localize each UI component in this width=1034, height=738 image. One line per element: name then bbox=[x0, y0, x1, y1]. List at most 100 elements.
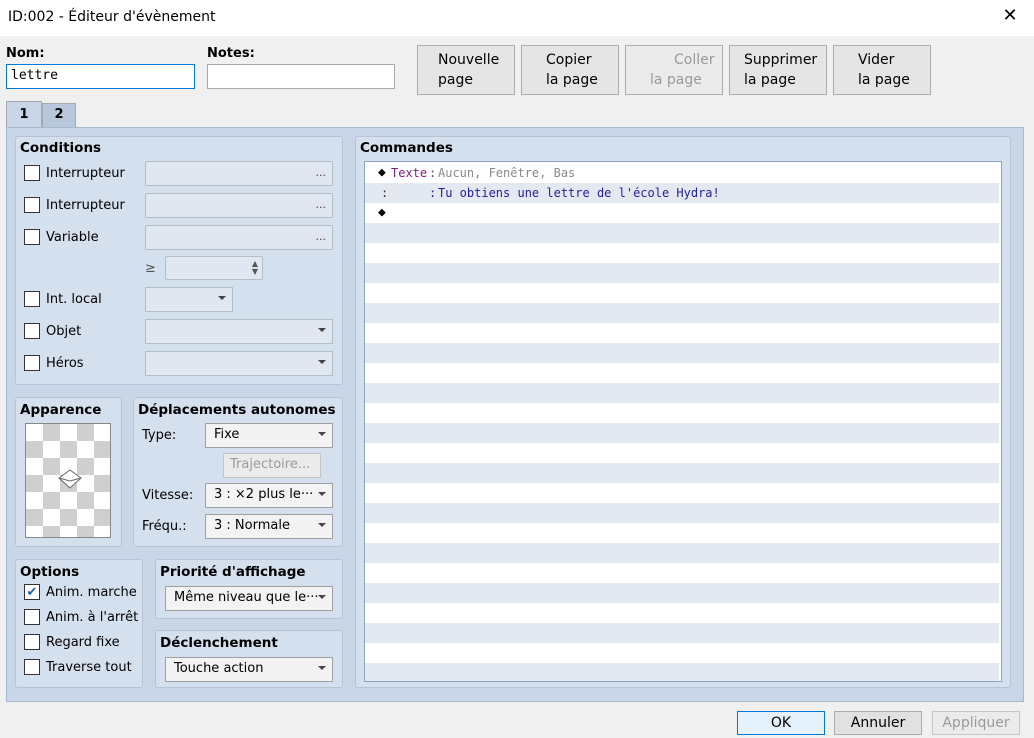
window-title: ID:002 - Éditeur d'évènement bbox=[8, 9, 216, 25]
item-label: Objet bbox=[46, 324, 82, 339]
command-separator: : bbox=[429, 166, 437, 180]
trigger-dropdown[interactable]: Touche action bbox=[165, 657, 333, 682]
command-args: Aucun, Fenêtre, Bas bbox=[438, 166, 576, 180]
commands-title: Commandes bbox=[360, 140, 453, 156]
command-row-end[interactable]: ◆ bbox=[365, 203, 999, 223]
item-checkbox[interactable] bbox=[24, 323, 40, 339]
command-list-stripe bbox=[365, 423, 999, 443]
through-label: Traverse tout bbox=[46, 660, 132, 675]
command-list-stripe bbox=[365, 663, 999, 681]
command-list-stripe bbox=[365, 263, 999, 283]
walk-anim-checkbox[interactable]: ✔ bbox=[24, 584, 40, 600]
paste-page-line2: la page bbox=[650, 72, 702, 88]
command-list-stripe bbox=[365, 303, 999, 323]
command-list-stripe bbox=[365, 603, 999, 623]
paste-page-line1: Coller bbox=[674, 52, 715, 68]
chevron-down-icon bbox=[218, 296, 226, 300]
actor-dropdown[interactable] bbox=[145, 351, 333, 376]
command-list-stripe bbox=[365, 523, 999, 543]
clear-page-line2: la page bbox=[858, 72, 910, 88]
notes-label: Notes: bbox=[207, 46, 255, 61]
switch1-checkbox[interactable] bbox=[24, 165, 40, 181]
autonomous-title: Déplacements autonomes bbox=[138, 402, 336, 418]
direction-fix-label: Regard fixe bbox=[46, 635, 120, 650]
command-list-stripe bbox=[365, 403, 999, 423]
chevron-down-icon bbox=[318, 328, 326, 332]
conditions-title: Conditions bbox=[20, 140, 102, 156]
command-name: Texte bbox=[391, 166, 428, 180]
speed-dropdown[interactable]: 3 : ×2 plus le··· bbox=[205, 483, 333, 508]
actor-checkbox[interactable] bbox=[24, 355, 40, 371]
message-text: Tu obtiens une lettre de l'école Hydra! bbox=[438, 186, 720, 200]
direction-fix-checkbox[interactable] bbox=[24, 634, 40, 650]
close-icon[interactable]: ✕ bbox=[1000, 5, 1020, 27]
name-label: Nom: bbox=[6, 46, 45, 61]
apply-button[interactable]: Appliquer bbox=[932, 711, 1020, 735]
self-switch-label: Int. local bbox=[46, 292, 102, 307]
clear-page-line1: Vider bbox=[858, 52, 895, 68]
walk-anim-label: Anim. marche bbox=[46, 585, 137, 600]
chevron-down-icon bbox=[318, 432, 326, 436]
copy-page-line2: la page bbox=[546, 72, 598, 88]
envelope-icon bbox=[58, 469, 82, 489]
delete-page-button[interactable]: Supprimer la page bbox=[729, 45, 827, 95]
step-anim-label: Anim. à l'arrêt bbox=[46, 610, 139, 625]
variable-selector[interactable]: ... bbox=[145, 225, 333, 250]
item-dropdown[interactable] bbox=[145, 319, 333, 344]
type-value: Fixe bbox=[214, 427, 240, 442]
command-list-stripe bbox=[365, 363, 999, 383]
command-list-stripe bbox=[365, 283, 999, 303]
switch2-label: Interrupteur bbox=[46, 198, 125, 213]
new-page-line2: page bbox=[438, 72, 473, 88]
step-anim-checkbox[interactable] bbox=[24, 609, 40, 625]
command-list-stripe bbox=[365, 223, 999, 243]
freq-dropdown[interactable]: 3 : Normale bbox=[205, 514, 333, 539]
type-dropdown[interactable]: Fixe bbox=[205, 423, 333, 448]
switch1-selector[interactable]: ... bbox=[145, 161, 333, 186]
switch1-label: Interrupteur bbox=[46, 166, 125, 181]
diamond-marker: ◆ bbox=[378, 205, 386, 220]
command-list-stripe bbox=[365, 483, 999, 503]
chevron-down-icon bbox=[318, 360, 326, 364]
priority-dropdown[interactable]: Même niveau que le··· bbox=[165, 586, 333, 611]
clear-page-button[interactable]: Vider la page bbox=[833, 45, 931, 95]
self-switch-checkbox[interactable] bbox=[24, 291, 40, 307]
self-switch-dropdown[interactable] bbox=[145, 287, 233, 312]
speed-value: 3 : ×2 plus le··· bbox=[214, 487, 314, 502]
type-label: Type: bbox=[142, 428, 177, 443]
variable-label: Variable bbox=[46, 230, 99, 245]
command-list-stripe bbox=[365, 623, 999, 643]
copy-page-button[interactable]: Copier la page bbox=[521, 45, 619, 95]
command-list-stripe bbox=[365, 563, 999, 583]
priority-title: Priorité d'affichage bbox=[160, 564, 306, 580]
cancel-button[interactable]: Annuler bbox=[834, 711, 922, 735]
priority-value: Même niveau que le··· bbox=[174, 590, 319, 605]
command-list[interactable]: ◆ Texte : Aucun, Fenêtre, Bas : : Tu obt… bbox=[364, 161, 1002, 682]
variable-checkbox[interactable] bbox=[24, 229, 40, 245]
diamond-marker: ◆ bbox=[378, 165, 386, 180]
name-input[interactable]: lettre bbox=[6, 64, 195, 89]
command-list-stripe bbox=[365, 643, 999, 663]
continuation-marker: : bbox=[381, 186, 389, 200]
tab-page-1[interactable]: 1 bbox=[6, 101, 42, 128]
switch2-selector[interactable]: ... bbox=[145, 193, 333, 218]
chevron-down-icon bbox=[318, 595, 326, 599]
variable-value-spinner[interactable]: ▲ ▼ bbox=[165, 256, 263, 280]
command-list-stripe bbox=[365, 243, 999, 263]
route-button[interactable]: Trajectoire... bbox=[223, 453, 321, 478]
through-checkbox[interactable] bbox=[24, 659, 40, 675]
spinner-arrows-icon[interactable]: ▲ ▼ bbox=[252, 260, 258, 276]
options-title: Options bbox=[20, 564, 80, 580]
notes-input[interactable] bbox=[207, 64, 395, 89]
switch2-checkbox[interactable] bbox=[24, 197, 40, 213]
paste-page-button[interactable]: Coller la page bbox=[625, 45, 723, 95]
command-row-message[interactable]: : : Tu obtiens une lettre de l'école Hyd… bbox=[365, 183, 999, 203]
command-list-stripe bbox=[365, 543, 999, 563]
new-page-button[interactable]: Nouvelle page bbox=[417, 45, 515, 95]
appearance-image[interactable] bbox=[25, 423, 111, 538]
trigger-value: Touche action bbox=[174, 661, 264, 676]
ok-button[interactable]: OK bbox=[737, 711, 825, 735]
tab-page-2[interactable]: 2 bbox=[42, 103, 76, 127]
command-row-text[interactable]: ◆ Texte : Aucun, Fenêtre, Bas bbox=[365, 163, 999, 183]
command-list-stripe bbox=[365, 443, 999, 463]
